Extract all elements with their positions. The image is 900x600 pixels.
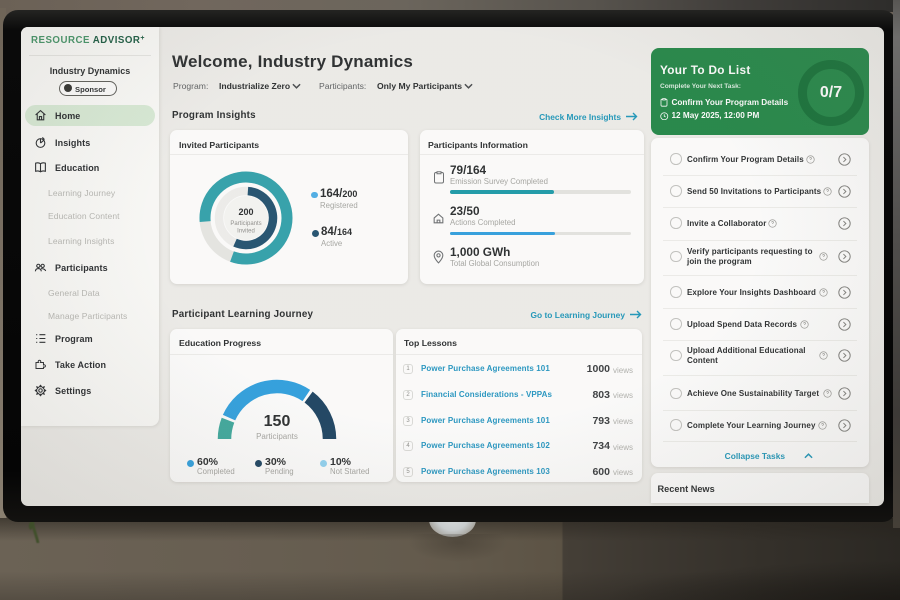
svg-text:Participants: Participants [230, 221, 261, 227]
svg-text:200: 200 [238, 207, 253, 217]
svg-text:Invited: Invited [237, 229, 255, 235]
